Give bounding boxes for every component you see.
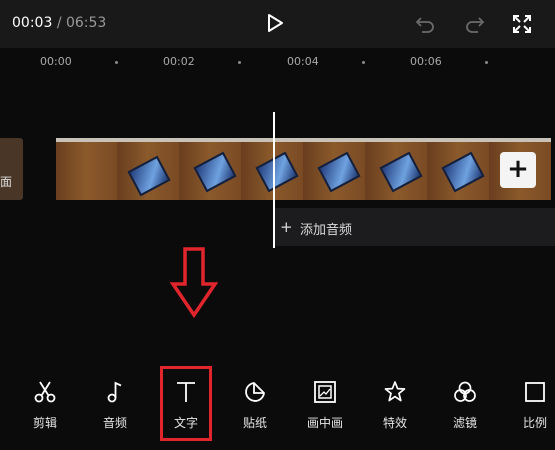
previous-clip[interactable]: 面 (0, 138, 23, 200)
filter-icon (454, 381, 476, 402)
tool-sticker[interactable]: 贴纸 (224, 380, 286, 436)
clip-frame (180, 142, 242, 200)
tool-label: 特效 (382, 416, 407, 430)
ratio-icon (525, 382, 545, 402)
video-clip[interactable] (56, 138, 551, 200)
tool-cut[interactable]: 剪辑 (14, 380, 76, 436)
time-separator: / (56, 15, 62, 31)
tablet-thumbnail (317, 151, 361, 193)
clip-frame (56, 142, 118, 200)
ruler-tick (238, 61, 241, 64)
clip-frame (366, 142, 428, 200)
playhead[interactable] (273, 112, 275, 248)
clip-frame (118, 142, 180, 200)
bottom-toolbar: 剪辑 音频 文字 贴纸 画中画 特效 滤镜 比例 (0, 370, 555, 450)
total-duration: 06:53 (65, 15, 107, 31)
ruler-tick (362, 61, 365, 64)
tool-effects[interactable]: 特效 (364, 380, 426, 436)
tool-filter[interactable]: 滤镜 (434, 380, 496, 436)
picture-in-picture-icon (314, 381, 336, 403)
tablet-thumbnail (193, 151, 237, 193)
add-clip-button[interactable]: + (500, 152, 536, 188)
current-time: 00:03 (12, 15, 53, 31)
music-note-icon (107, 381, 122, 403)
add-audio-plus-icon: + (280, 218, 293, 236)
tool-ratio[interactable]: 比例 (504, 380, 555, 436)
clip-frame (304, 142, 366, 200)
clip-frame (428, 142, 490, 200)
add-audio-label: 添加音频 (300, 223, 353, 238)
effects-star-icon (384, 381, 406, 402)
add-audio-button[interactable]: + 添加音频 (274, 208, 555, 246)
top-bar: 00:03 / 06:53 (0, 0, 555, 48)
tool-label: 比例 (522, 416, 547, 430)
time-ruler[interactable]: 00:00 00:02 00:04 00:06 (0, 48, 555, 78)
tablet-thumbnail (441, 151, 485, 193)
ruler-label: 00:00 (40, 55, 72, 68)
tool-audio[interactable]: 音频 (84, 380, 146, 436)
ruler-label: 00:02 (163, 55, 195, 68)
sticker-icon (245, 382, 265, 402)
play-icon[interactable] (264, 12, 286, 34)
redo-icon[interactable] (464, 13, 486, 35)
tablet-thumbnail (127, 155, 171, 197)
tool-label: 画中画 (306, 416, 343, 430)
ruler-label: 00:04 (287, 55, 319, 68)
tool-label: 音频 (102, 416, 127, 430)
undo-icon[interactable] (414, 13, 436, 35)
tablet-thumbnail (255, 151, 299, 193)
tool-label: 剪辑 (32, 416, 57, 430)
annotation-down-arrow-icon (170, 247, 218, 318)
tablet-thumbnail (379, 151, 423, 193)
ruler-tick (115, 61, 118, 64)
ruler-label: 00:06 (410, 55, 442, 68)
previous-clip-text: 面 (0, 175, 13, 189)
scissors-icon (34, 381, 56, 403)
fullscreen-icon[interactable] (511, 13, 533, 35)
ruler-tick (485, 61, 488, 64)
tool-picture-in-picture[interactable]: 画中画 (294, 380, 356, 436)
tool-label: 滤镜 (452, 416, 477, 430)
annotation-highlight-box (160, 366, 212, 441)
tool-label: 贴纸 (242, 416, 267, 430)
time-display: 00:03 / 06:53 (12, 15, 106, 31)
